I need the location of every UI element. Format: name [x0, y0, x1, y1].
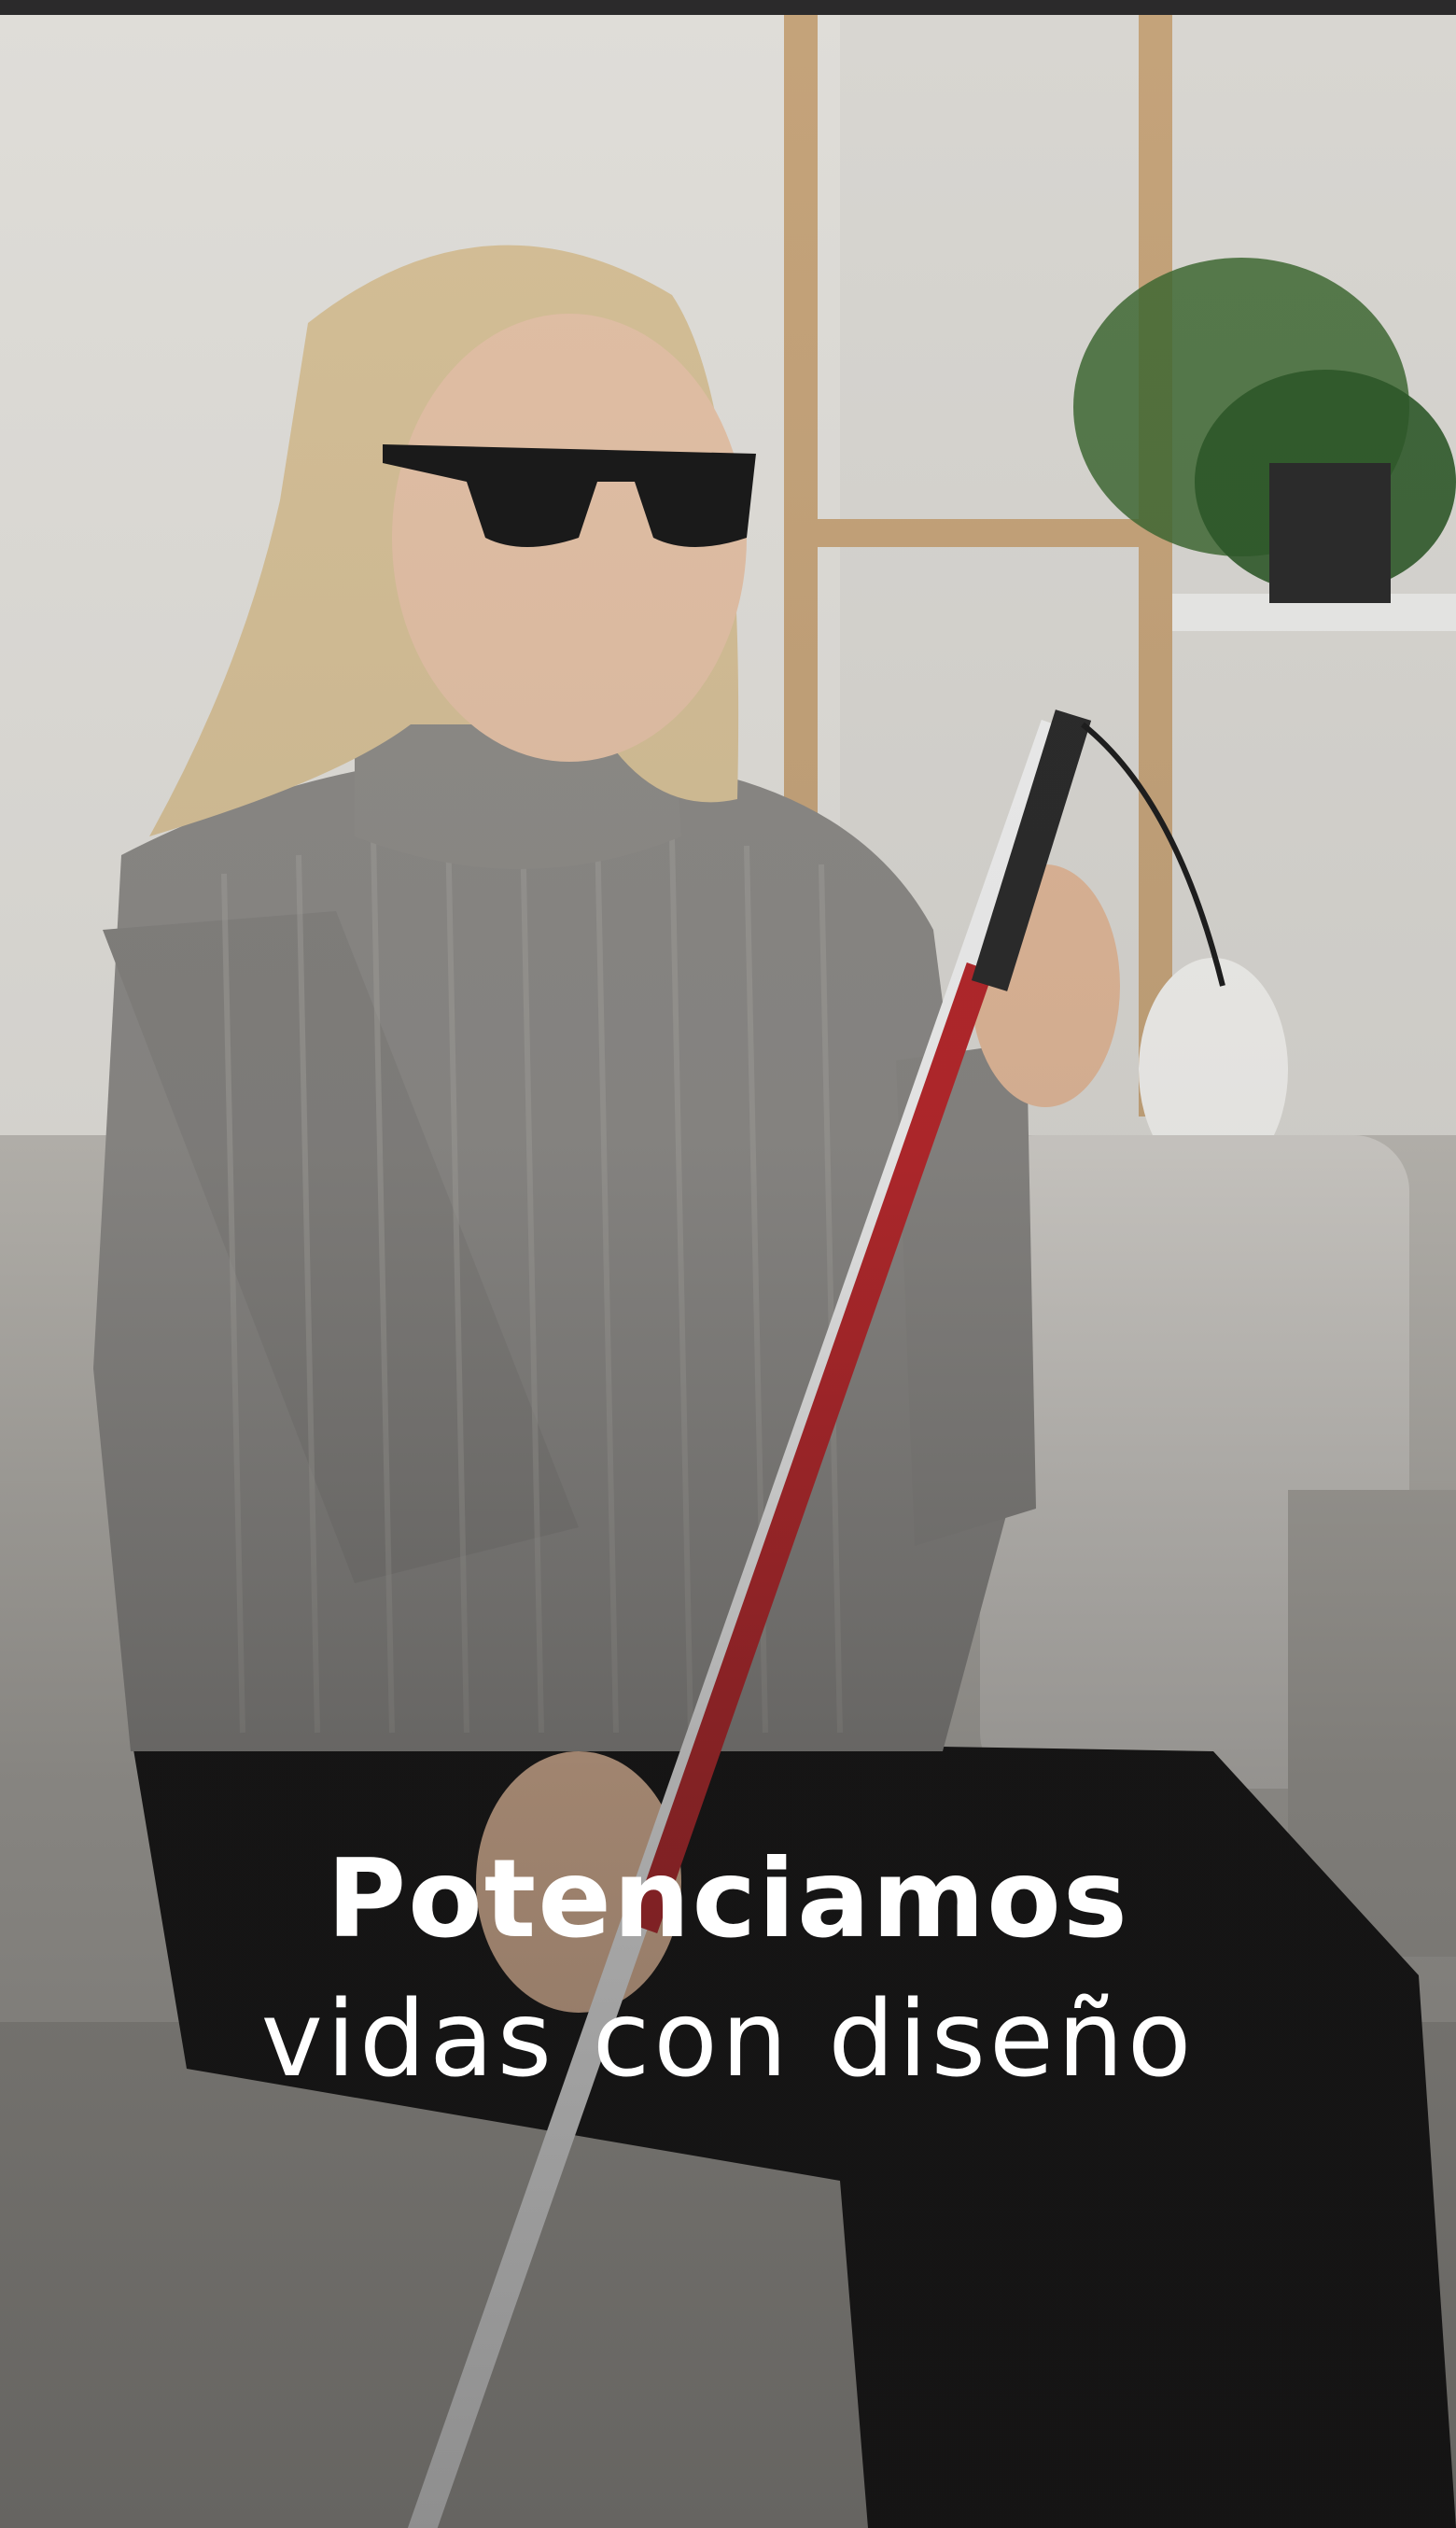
- headline-light: vidas con diseño: [260, 1979, 1196, 2100]
- onboarding-screen: Potenciamos vidas con diseño: [0, 0, 1456, 2528]
- hero-headline: Potenciamos vidas con diseño: [0, 1830, 1456, 2110]
- hero-overlay: [0, 15, 1456, 2528]
- status-bar: [0, 0, 1456, 15]
- headline-strong: Potenciamos: [327, 1836, 1129, 1962]
